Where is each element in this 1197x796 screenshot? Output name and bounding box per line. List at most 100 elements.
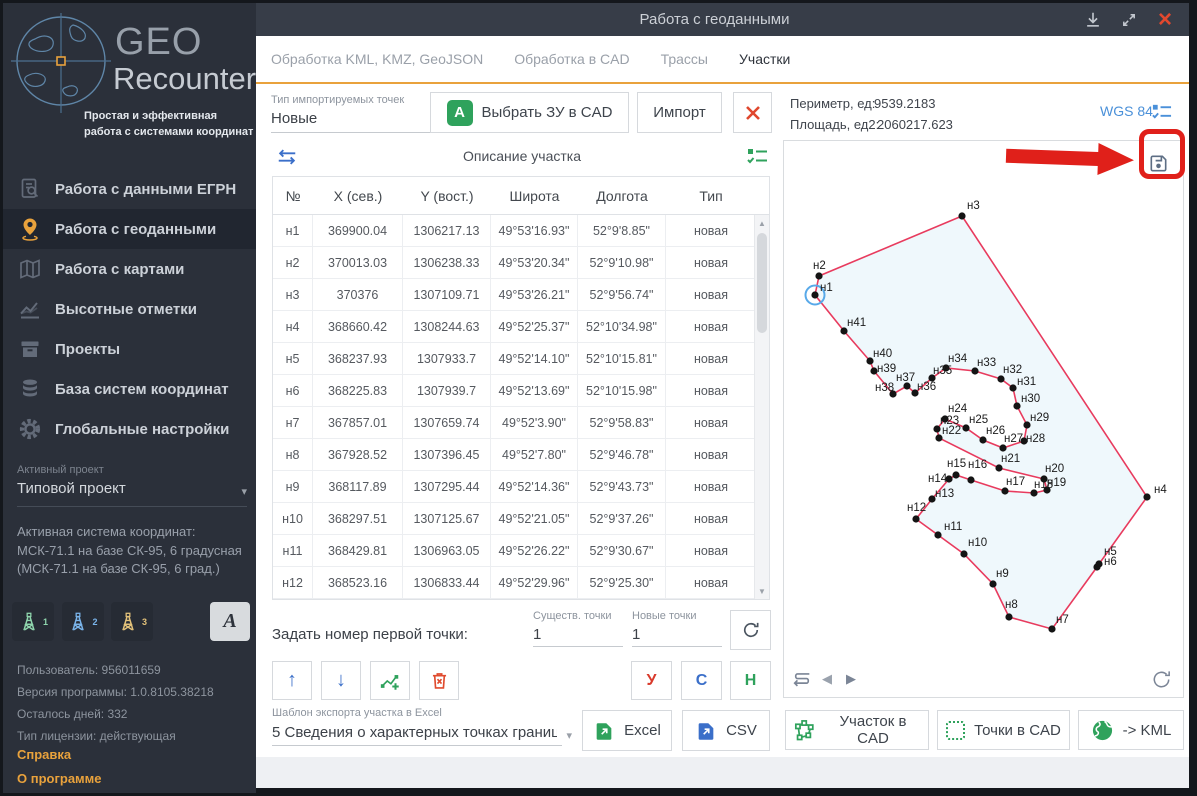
export-excel-button[interactable]: Excel bbox=[582, 710, 672, 751]
import-button[interactable]: Импорт bbox=[637, 92, 722, 133]
crs-wgs84-link[interactable]: WGS 84 bbox=[1100, 103, 1153, 119]
table-row[interactable]: н8 367928.52 1307396.45 49°52'7.80" 52°9'46.… bbox=[273, 439, 769, 471]
boundary-point-н7[interactable] bbox=[1048, 625, 1056, 633]
download-icon[interactable] bbox=[1083, 10, 1103, 30]
point-kind-button-Н[interactable]: Н bbox=[730, 661, 771, 700]
crs-slot-button-1[interactable]: 1 bbox=[12, 602, 54, 641]
point-kind-button-У[interactable]: У bbox=[631, 661, 672, 700]
new-points-input[interactable]: 1 bbox=[632, 626, 722, 643]
boundary-point-н26[interactable] bbox=[979, 436, 987, 444]
sidebar-item-работа-с-данными-егрн[interactable]: Работа с данными ЕГРН bbox=[3, 169, 256, 209]
sidebar-item-работа-с-геоданными[interactable]: Работа с геоданными bbox=[3, 209, 256, 249]
table-scrollbar[interactable]: ▲ ▼ bbox=[754, 215, 769, 599]
refresh-plot-icon[interactable] bbox=[1150, 668, 1173, 691]
sidebar-item-глобальные-настройки[interactable]: Глобальные настройки bbox=[3, 409, 256, 449]
parcel-to-cad-button[interactable]: Участок в CAD bbox=[785, 710, 929, 750]
delete-point-button[interactable] bbox=[419, 661, 459, 700]
tab-обработка-в-cad[interactable]: Обработка в CAD bbox=[514, 51, 629, 67]
active-project-select[interactable]: Типовой проект ▾ bbox=[17, 480, 247, 498]
boundary-point-н20[interactable] bbox=[1040, 475, 1048, 483]
boundary-point-н1[interactable] bbox=[811, 291, 819, 299]
column-header[interactable]: X (сев.) bbox=[313, 188, 403, 204]
sidebar: GEO Recounter Простая и эффективная рабо… bbox=[3, 3, 256, 793]
column-header[interactable]: № bbox=[273, 188, 313, 204]
expand-icon[interactable] bbox=[1119, 10, 1139, 30]
sidebar-item-проекты[interactable]: Проекты bbox=[3, 329, 256, 369]
boundary-point-н27[interactable] bbox=[999, 444, 1007, 452]
boundary-point-н10[interactable] bbox=[960, 550, 968, 558]
about-link[interactable]: О программе bbox=[17, 771, 102, 786]
help-link[interactable]: Справка bbox=[17, 747, 71, 762]
boundary-point-н8[interactable] bbox=[1005, 613, 1013, 621]
boundary-point-н9[interactable] bbox=[989, 580, 997, 588]
column-header[interactable]: Долгота bbox=[578, 188, 666, 204]
to-kml-button[interactable]: -> KML bbox=[1078, 710, 1184, 750]
sidebar-item-работа-с-картами[interactable]: Работа с картами bbox=[3, 249, 256, 289]
points-to-cad-button[interactable]: Точки в CAD bbox=[937, 710, 1070, 750]
boundary-point-н32[interactable] bbox=[997, 375, 1005, 383]
chevron-down-icon: ▾ bbox=[241, 486, 247, 498]
clear-button[interactable] bbox=[733, 92, 772, 133]
table-row[interactable]: н1 369900.04 1306217.13 49°53'16.93" 52°9'8.… bbox=[273, 215, 769, 247]
crs-checklist-icon[interactable] bbox=[1151, 103, 1172, 126]
table-row[interactable]: н4 368660.42 1308244.63 49°52'25.37" 52°10'3… bbox=[273, 311, 769, 343]
checklist-icon[interactable] bbox=[746, 147, 768, 171]
crs-slot-button-3[interactable]: 3 bbox=[111, 602, 153, 641]
reverse-order-icon[interactable] bbox=[791, 669, 813, 689]
boundary-point-н2[interactable] bbox=[815, 272, 823, 280]
table-row[interactable]: н11 368429.81 1306963.05 49°52'26.22" 52°9'3… bbox=[273, 535, 769, 567]
boundary-point-н16[interactable] bbox=[967, 476, 975, 484]
table-row[interactable]: н12 368523.16 1306833.44 49°52'29.96" 52°9'2… bbox=[273, 567, 769, 599]
boundary-point-н3[interactable] bbox=[958, 212, 966, 220]
table-row[interactable]: н2 370013.03 1306238.33 49°53'20.34" 52°9'10… bbox=[273, 247, 769, 279]
sidebar-item-высотные-отметки[interactable]: Высотные отметки bbox=[3, 289, 256, 329]
boundary-point-н6[interactable] bbox=[1093, 563, 1101, 571]
next-point-icon[interactable]: ▶ bbox=[846, 671, 856, 687]
table-row[interactable]: н6 368225.83 1307939.7 49°52'13.69" 52°10'15… bbox=[273, 375, 769, 407]
scrollbar-thumb[interactable] bbox=[757, 233, 767, 333]
table-row[interactable]: н10 368297.51 1307125.67 49°52'21.05" 52°9'3… bbox=[273, 503, 769, 535]
save-plot-button[interactable] bbox=[1143, 149, 1173, 177]
scroll-up-icon[interactable]: ▲ bbox=[755, 216, 769, 230]
parcel-plot[interactable]: н1н2н3н4н5н6н7н8н9н10н11н12н13н14н15 н16н… bbox=[784, 141, 1183, 697]
renumber-button[interactable] bbox=[730, 610, 771, 650]
select-parcel-cad-button[interactable]: A Выбрать ЗУ в CAD bbox=[430, 92, 629, 133]
export-csv-button[interactable]: CSV bbox=[682, 710, 770, 751]
boundary-point-н4[interactable] bbox=[1143, 493, 1151, 501]
tab-участки[interactable]: Участки bbox=[739, 51, 790, 67]
prev-point-icon[interactable]: ◀ bbox=[822, 671, 832, 687]
column-header[interactable]: Тип bbox=[666, 188, 756, 204]
point-kind-button-С[interactable]: С bbox=[681, 661, 722, 700]
cad-app-button[interactable]: A bbox=[210, 602, 250, 641]
add-point-button[interactable] bbox=[370, 661, 410, 700]
boundary-point-н12[interactable] bbox=[912, 515, 920, 523]
boundary-point-н17[interactable] bbox=[1001, 487, 1009, 495]
column-header[interactable]: Широта bbox=[491, 188, 578, 204]
sidebar-item-label: Высотные отметки bbox=[55, 300, 197, 318]
boundary-point-н21[interactable] bbox=[995, 464, 1003, 472]
map-panel[interactable]: н1 н2 н3 н4 н5 н6 н7 н8 н9 н10 н11 н12 н13 н14 н15 н16 н… bbox=[783, 140, 1184, 698]
boundary-point-н30[interactable] bbox=[1013, 402, 1021, 410]
crs-slot-button-2[interactable]: 2 bbox=[61, 602, 104, 641]
export-template-select[interactable]: 5 Сведения о характерных точках границ, … bbox=[272, 724, 572, 746]
table-row[interactable]: н3 370376 1307109.71 49°53'26.21" 52°9'56.74… bbox=[273, 279, 769, 311]
table-row[interactable]: н5 368237.93 1307933.7 49°52'14.10" 52°10'15… bbox=[273, 343, 769, 375]
survey-tower-icon bbox=[18, 611, 40, 633]
license-info-line: Версия программы: 1.0.8105.38218 bbox=[17, 685, 214, 699]
move-up-button[interactable]: ↑ bbox=[272, 661, 312, 700]
close-icon[interactable]: × bbox=[1155, 7, 1175, 31]
boundary-point-н31[interactable] bbox=[1009, 384, 1017, 392]
boundary-point-н15[interactable] bbox=[952, 471, 960, 479]
table-row[interactable]: н7 367857.01 1307659.74 49°52'3.90" 52°9'58.… bbox=[273, 407, 769, 439]
tab-обработка-kml-kmz-geojson[interactable]: Обработка KML, KMZ, GeoJSON bbox=[271, 51, 483, 67]
move-down-button[interactable]: ↓ bbox=[321, 661, 361, 700]
point-label: н13 bbox=[935, 488, 954, 500]
boundary-point-н24[interactable] bbox=[941, 415, 949, 423]
existing-points-input[interactable]: 1 bbox=[533, 626, 623, 643]
scroll-down-icon[interactable]: ▼ bbox=[755, 584, 769, 598]
boundary-point-н11[interactable] bbox=[934, 531, 942, 539]
sidebar-item-база-систем-координат[interactable]: База систем координат bbox=[3, 369, 256, 409]
tab-трассы[interactable]: Трассы bbox=[661, 51, 708, 67]
column-header[interactable]: Y (вост.) bbox=[403, 188, 491, 204]
table-row[interactable]: н9 368117.89 1307295.44 49°52'14.36" 52°9'43… bbox=[273, 471, 769, 503]
